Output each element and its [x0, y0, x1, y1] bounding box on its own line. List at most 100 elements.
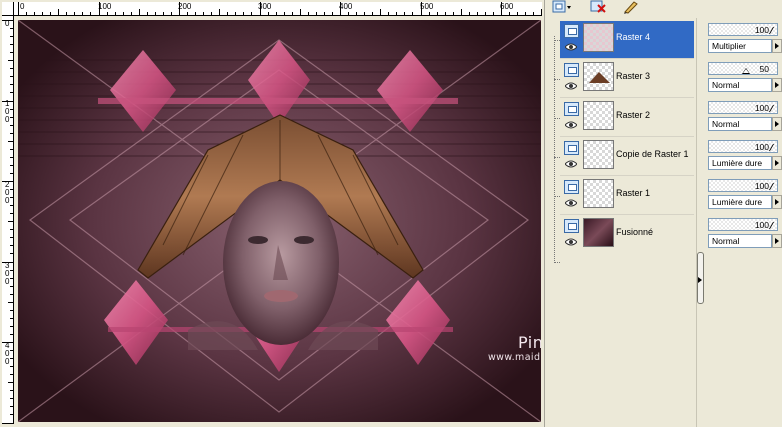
ruler-tick: [146, 12, 148, 15]
opacity-slider[interactable]: 50: [708, 62, 778, 75]
canvas-area: 0 100 200 300 400 500 600 0 1 0 0 2 0 0 …: [0, 0, 545, 427]
ruler-tick: [509, 12, 511, 15]
opacity-slider[interactable]: 100: [708, 179, 779, 192]
blend-mode-select[interactable]: Lumière dure: [708, 156, 772, 170]
raster-layer-icon: [564, 141, 579, 155]
ruler-tick: [82, 12, 84, 15]
layer-thumbnail: [583, 101, 614, 130]
dropdown-arrow-icon[interactable]: [772, 117, 782, 131]
visibility-eye-icon[interactable]: [564, 43, 578, 51]
opacity-value: 100: [754, 103, 769, 113]
ruler-label: 200: [178, 2, 192, 11]
panel-splitter[interactable]: [696, 18, 704, 427]
ruler-tick: [74, 12, 76, 15]
tree-line: [554, 36, 555, 263]
ruler-label: 600: [500, 2, 514, 11]
layer-thumbnail: [583, 140, 614, 169]
ruler-tick: [10, 358, 13, 360]
ruler-tick: [541, 9, 542, 15]
ruler-tick: [10, 92, 13, 94]
dropdown-arrow-icon[interactable]: [772, 39, 782, 53]
layer-row-raster-3[interactable]: Raster 3: [560, 60, 694, 98]
layer-row-fusionne[interactable]: Fusionné: [560, 216, 694, 254]
opacity-value: 100: [754, 142, 769, 152]
watermark-url: www.maidiregrafica.eu: [488, 352, 541, 363]
ruler-tick: [484, 12, 486, 15]
ruler-tick: [10, 156, 13, 158]
ruler-tick: [179, 2, 180, 15]
layer-name: Raster 3: [616, 71, 651, 81]
expand-arrow-icon[interactable]: [698, 277, 702, 283]
ruler-tick: [122, 12, 124, 15]
ruler-tick: [259, 2, 261, 15]
ruler-tick: [34, 12, 36, 15]
slider-handle-icon: [768, 105, 779, 112]
layers-toolbar: [546, 0, 782, 16]
visibility-eye-icon[interactable]: [564, 199, 578, 207]
ruler-tick: [195, 12, 197, 15]
layer-props-raster-2: 100 Normal: [706, 99, 782, 135]
ruler-label: 0: [5, 19, 10, 28]
ruler-tick: [98, 2, 100, 15]
dropdown-arrow-icon[interactable]: [772, 195, 782, 209]
layer-name: Raster 4: [616, 32, 651, 42]
ruler-tick: [187, 12, 189, 15]
layer-name: Copie de Raster 1: [616, 149, 689, 159]
ruler-tick: [138, 9, 140, 15]
delete-layer-icon[interactable]: [590, 0, 608, 14]
opacity-value: 100: [754, 181, 769, 191]
layer-thumbnail: [583, 23, 614, 52]
ruler-tick: [428, 12, 430, 15]
layer-row-raster-1[interactable]: Raster 1: [560, 177, 694, 215]
dropdown-arrow-icon[interactable]: [772, 156, 782, 170]
ruler-tick: [323, 12, 325, 15]
ruler-tick: [356, 12, 358, 15]
visibility-eye-icon[interactable]: [564, 82, 578, 90]
ruler-tick: [404, 12, 406, 15]
dropdown-arrow-icon[interactable]: [772, 78, 782, 92]
layer-props-raster-3: 50 Normal: [706, 60, 782, 96]
ruler-tick: [10, 350, 13, 352]
vertical-ruler: 0 1 0 0 2 0 0 3 0 0 4 0 0: [2, 16, 14, 424]
ruler-tick: [364, 12, 366, 15]
blend-mode-select[interactable]: Normal: [708, 117, 772, 131]
ruler-tick: [10, 189, 13, 191]
visibility-eye-icon[interactable]: [564, 121, 578, 129]
ruler-tick: [8, 301, 13, 303]
image-canvas[interactable]: Pinuccia www.maidiregrafica.eu: [18, 20, 541, 422]
slider-handle-icon: [768, 183, 779, 190]
blend-mode-select[interactable]: Lumière dure: [708, 195, 772, 209]
ruler-tick: [492, 12, 494, 15]
ruler-tick: [267, 12, 269, 15]
layer-props-fusionne: 100 Normal: [706, 216, 782, 252]
opacity-slider[interactable]: 100: [708, 23, 779, 36]
ruler-tick: [10, 148, 13, 150]
visibility-eye-icon[interactable]: [564, 160, 578, 168]
opacity-marker-icon: [742, 68, 750, 74]
raster-layer-icon: [564, 102, 579, 116]
ruler-tick: [396, 12, 398, 15]
layer-palette-icon[interactable]: [552, 0, 571, 14]
visibility-eye-icon[interactable]: [564, 238, 578, 246]
layer-name: Raster 2: [616, 110, 651, 120]
blend-mode-select[interactable]: Normal: [708, 78, 772, 92]
blend-mode-select[interactable]: Normal: [708, 234, 772, 248]
ruler-tick: [10, 317, 13, 319]
opacity-slider[interactable]: 100: [708, 218, 779, 231]
layer-row-raster-2[interactable]: Raster 2: [560, 99, 694, 137]
opacity-slider[interactable]: 100: [708, 101, 779, 114]
layer-properties-panel: 100 Multiplier 50 Normal 100 Normal 100 …: [704, 18, 782, 427]
opacity-slider[interactable]: 100: [708, 140, 779, 153]
layer-props-copie-de-raster-1: 100 Lumière dure: [706, 138, 782, 174]
ruler-tick: [50, 12, 52, 15]
layer-row-copie-de-raster-1[interactable]: Copie de Raster 1: [560, 138, 694, 176]
ruler-tick: [10, 414, 13, 416]
layer-row-raster-4[interactable]: Raster 4: [560, 21, 694, 59]
layer-thumbnail: [583, 179, 614, 208]
ruler-tick: [2, 20, 13, 21]
edit-icon[interactable]: [622, 0, 640, 14]
dropdown-arrow-icon[interactable]: [772, 234, 782, 248]
blend-mode-select[interactable]: Multiplier: [708, 39, 772, 53]
ruler-tick: [476, 12, 478, 15]
ruler-tick: [10, 293, 13, 295]
